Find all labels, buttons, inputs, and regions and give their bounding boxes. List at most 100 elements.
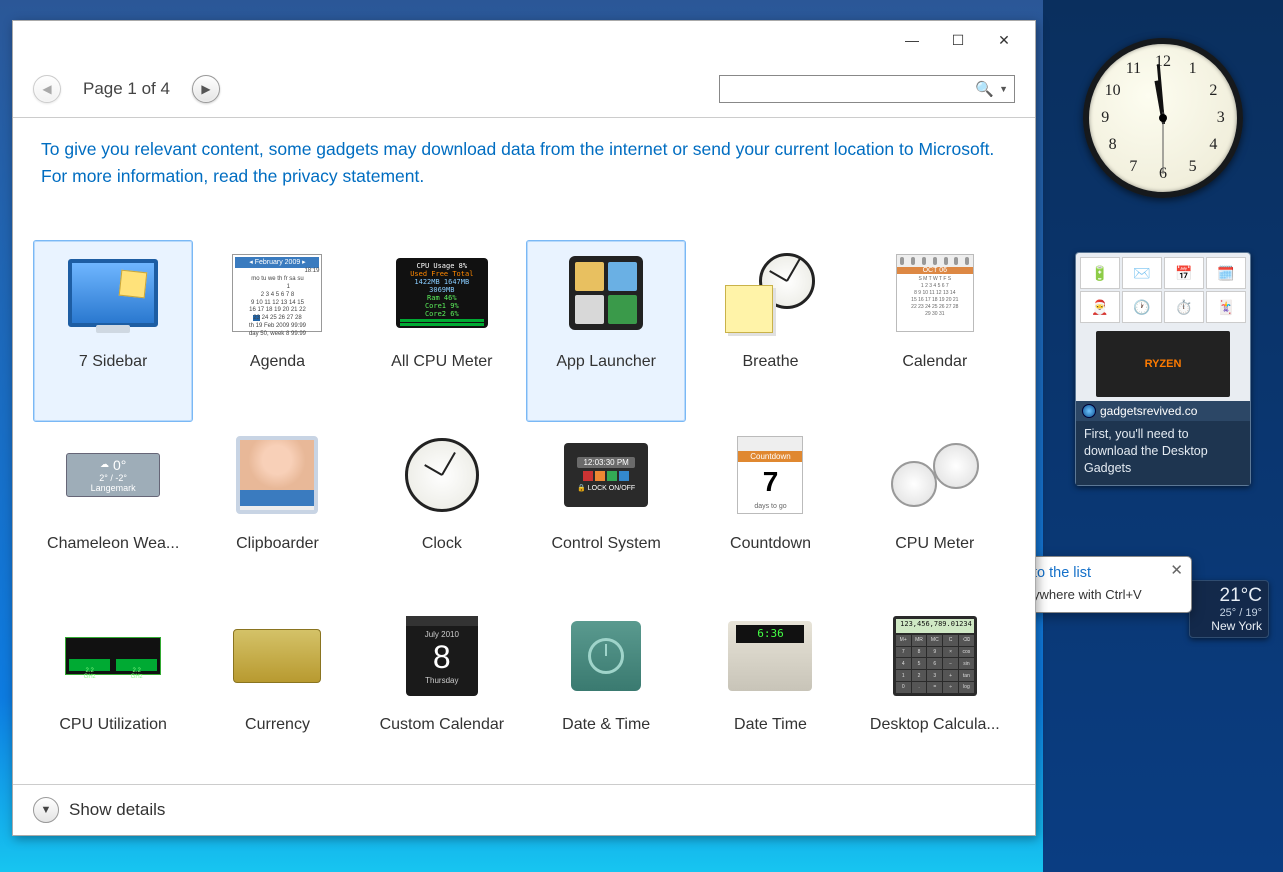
feed-title: gadgetsrevived.co: [1100, 404, 1197, 418]
weather-temp: 21°C: [1196, 585, 1262, 607]
gadget-7-sidebar[interactable]: 7 Sidebar: [33, 240, 193, 421]
page-label: Page 1 of 4: [83, 79, 170, 99]
clock-num-8: 8: [1109, 136, 1117, 154]
titlebar: — ☐ ✕: [13, 21, 1035, 59]
feed-gadget[interactable]: 🔋 ✉️ 📅 🗓️ 🎅 🕐 ⏱️ 🃏 RYZEN gadgetsrevived.…: [1075, 252, 1251, 486]
gadget-custom-calendar[interactable]: July 2010 8 Thursday Custom Calendar: [362, 603, 522, 784]
tooltip-subtext: ywhere with Ctrl+V: [1033, 587, 1169, 602]
privacy-notice[interactable]: To give you relevant content, some gadge…: [13, 118, 1035, 198]
dial-meter-icon: [891, 443, 979, 507]
search-box[interactable]: 🔍 ▼: [719, 75, 1015, 103]
clock-icon: [405, 438, 479, 512]
feed-icon[interactable]: 📅: [1164, 257, 1204, 289]
feed-icon[interactable]: 🗓️: [1206, 257, 1246, 289]
gadget-all-cpu-meter[interactable]: CPU Usage 8% Used Free Total 1422MB 1647…: [362, 240, 522, 421]
gadget-label: Agenda: [250, 353, 305, 371]
feed-icon[interactable]: ✉️: [1122, 257, 1162, 289]
clock-pin: [1159, 114, 1167, 122]
feed-title-bar[interactable]: gadgetsrevived.co: [1076, 401, 1250, 421]
gadget-label: 7 Sidebar: [79, 353, 148, 371]
gadget-grid: 7 Sidebar ◂ February 2009 ▸ 18:19 mo tu …: [13, 198, 1035, 784]
tooltip-title: to the list: [1033, 565, 1091, 581]
gadget-countdown[interactable]: Countdown 7 days to go Countdown: [690, 422, 850, 603]
clock-num-11: 11: [1126, 60, 1141, 78]
prev-page-button[interactable]: ◀: [33, 75, 61, 103]
launcher-icon: [569, 256, 643, 330]
gadget-label: Calendar: [902, 353, 967, 371]
clock-num-1: 1: [1189, 60, 1197, 78]
next-page-button[interactable]: ▶: [192, 75, 220, 103]
close-button[interactable]: ✕: [981, 25, 1027, 55]
gadget-agenda[interactable]: ◂ February 2009 ▸ 18:19 mo tu we th fr s…: [197, 240, 357, 421]
gadget-label: App Launcher: [556, 353, 656, 371]
gadget-label: Desktop Calcula...: [870, 716, 1000, 734]
gadget-label: Countdown: [730, 535, 811, 553]
close-icon[interactable]: ✕: [1170, 561, 1183, 579]
gadget-currency[interactable]: Currency: [197, 603, 357, 784]
gadget-label: Control System: [551, 535, 660, 553]
search-dropdown-icon[interactable]: ▼: [999, 84, 1008, 94]
gadget-label: Breathe: [742, 353, 798, 371]
gadget-label: Chameleon Wea...: [47, 535, 179, 553]
gadget-label: CPU Utilization: [59, 716, 167, 734]
digital-clock-icon: 6:36: [728, 621, 812, 691]
gadget-date-time-2[interactable]: 6:36 Date Time: [690, 603, 850, 784]
gadget-clipboarder[interactable]: Clipboarder: [197, 422, 357, 603]
clock-num-7: 7: [1129, 158, 1137, 176]
cpu-meter-icon: CPU Usage 8% Used Free Total 1422MB 1647…: [396, 258, 488, 328]
clock-num-9: 9: [1101, 109, 1109, 127]
gadget-control-system[interactable]: 12:03:30 PM 🔒 LOCK ON/OFF Control System: [526, 422, 686, 603]
toolbar: ◀ Page 1 of 4 ▶ 🔍 ▼: [13, 59, 1035, 118]
gadget-date-time[interactable]: Date & Time: [526, 603, 686, 784]
search-icon[interactable]: 🔍: [975, 80, 994, 98]
gadget-breathe[interactable]: Breathe: [690, 240, 850, 421]
gadget-desktop-calculator[interactable]: 123,456,789.01234 M+MRMCC⌫ 789×cos 456−s…: [855, 603, 1015, 784]
gadget-app-launcher[interactable]: App Launcher: [526, 240, 686, 421]
tooltip-popup: ✕ to the list ywhere with Ctrl+V: [1022, 556, 1192, 613]
breathe-icon: [725, 253, 815, 333]
feed-icon-grid: 🔋 ✉️ 📅 🗓️ 🎅 🕐 ⏱️ 🃏: [1076, 253, 1250, 327]
currency-icon: [233, 629, 321, 683]
gadget-gallery-window: — ☐ ✕ ◀ Page 1 of 4 ▶ 🔍 ▼ To give you re…: [12, 20, 1036, 836]
minimize-button[interactable]: —: [889, 25, 935, 55]
feed-text: First, you'll need to download the Deskt…: [1076, 421, 1250, 485]
weather-gadget[interactable]: 21°C 25° / 19° New York: [1189, 580, 1269, 638]
clock-gadget[interactable]: 12 1 2 3 4 5 6 7 8 9 10 11: [1083, 38, 1243, 198]
gadget-clock[interactable]: Clock: [362, 422, 522, 603]
lock-panel-icon: 12:03:30 PM 🔒 LOCK ON/OFF: [564, 443, 648, 507]
cpu-util-icon: [65, 637, 161, 675]
weather-range: 25° / 19°: [1196, 607, 1262, 619]
gadget-calendar[interactable]: OCT 06 S M T W T F S1 2 3 4 5 6 78 9 10 …: [855, 240, 1015, 421]
desktop-sidebar: 12 1 2 3 4 5 6 7 8 9 10 11 🔋 ✉️ 📅 🗓️ 🎅 🕐…: [1043, 0, 1283, 872]
gadget-label: Custom Calendar: [380, 716, 505, 734]
feed-icon[interactable]: 🔋: [1080, 257, 1120, 289]
calculator-icon: 123,456,789.01234 M+MRMCC⌫ 789×cos 456−s…: [893, 616, 977, 696]
gadget-cpu-utilization[interactable]: CPU Utilization: [33, 603, 193, 784]
countdown-icon: Countdown 7 days to go: [737, 436, 803, 514]
search-input[interactable]: [726, 81, 975, 97]
clock-num-2: 2: [1209, 82, 1217, 100]
feed-image: RYZEN: [1096, 331, 1230, 397]
feed-icon[interactable]: ⏱️: [1164, 291, 1204, 323]
globe-icon: [1082, 404, 1096, 418]
gadget-label: Currency: [245, 716, 310, 734]
weather-icon: ☁0° 2° / -2° Langemark: [66, 453, 160, 497]
footer: ▼ Show details: [13, 784, 1035, 835]
clock-num-4: 4: [1209, 136, 1217, 154]
gadget-label: Clock: [422, 535, 462, 553]
wall-calendar-icon: OCT 06 S M T W T F S1 2 3 4 5 6 78 9 10 …: [896, 254, 974, 332]
monitor-icon: [68, 259, 158, 327]
show-details-button[interactable]: ▼: [33, 797, 59, 823]
clock-num-3: 3: [1217, 109, 1225, 127]
gadget-label: Date Time: [734, 716, 807, 734]
feed-icon[interactable]: 🃏: [1206, 291, 1246, 323]
gadget-cpu-meter[interactable]: CPU Meter: [855, 422, 1015, 603]
gadget-label: Clipboarder: [236, 535, 319, 553]
maximize-button[interactable]: ☐: [935, 25, 981, 55]
feed-icon[interactable]: 🕐: [1122, 291, 1162, 323]
gadget-label: CPU Meter: [895, 535, 974, 553]
show-details-label[interactable]: Show details: [69, 800, 165, 820]
clock-num-5: 5: [1189, 158, 1197, 176]
gadget-chameleon-weather[interactable]: ☁0° 2° / -2° Langemark Chameleon Wea...: [33, 422, 193, 603]
feed-icon[interactable]: 🎅: [1080, 291, 1120, 323]
